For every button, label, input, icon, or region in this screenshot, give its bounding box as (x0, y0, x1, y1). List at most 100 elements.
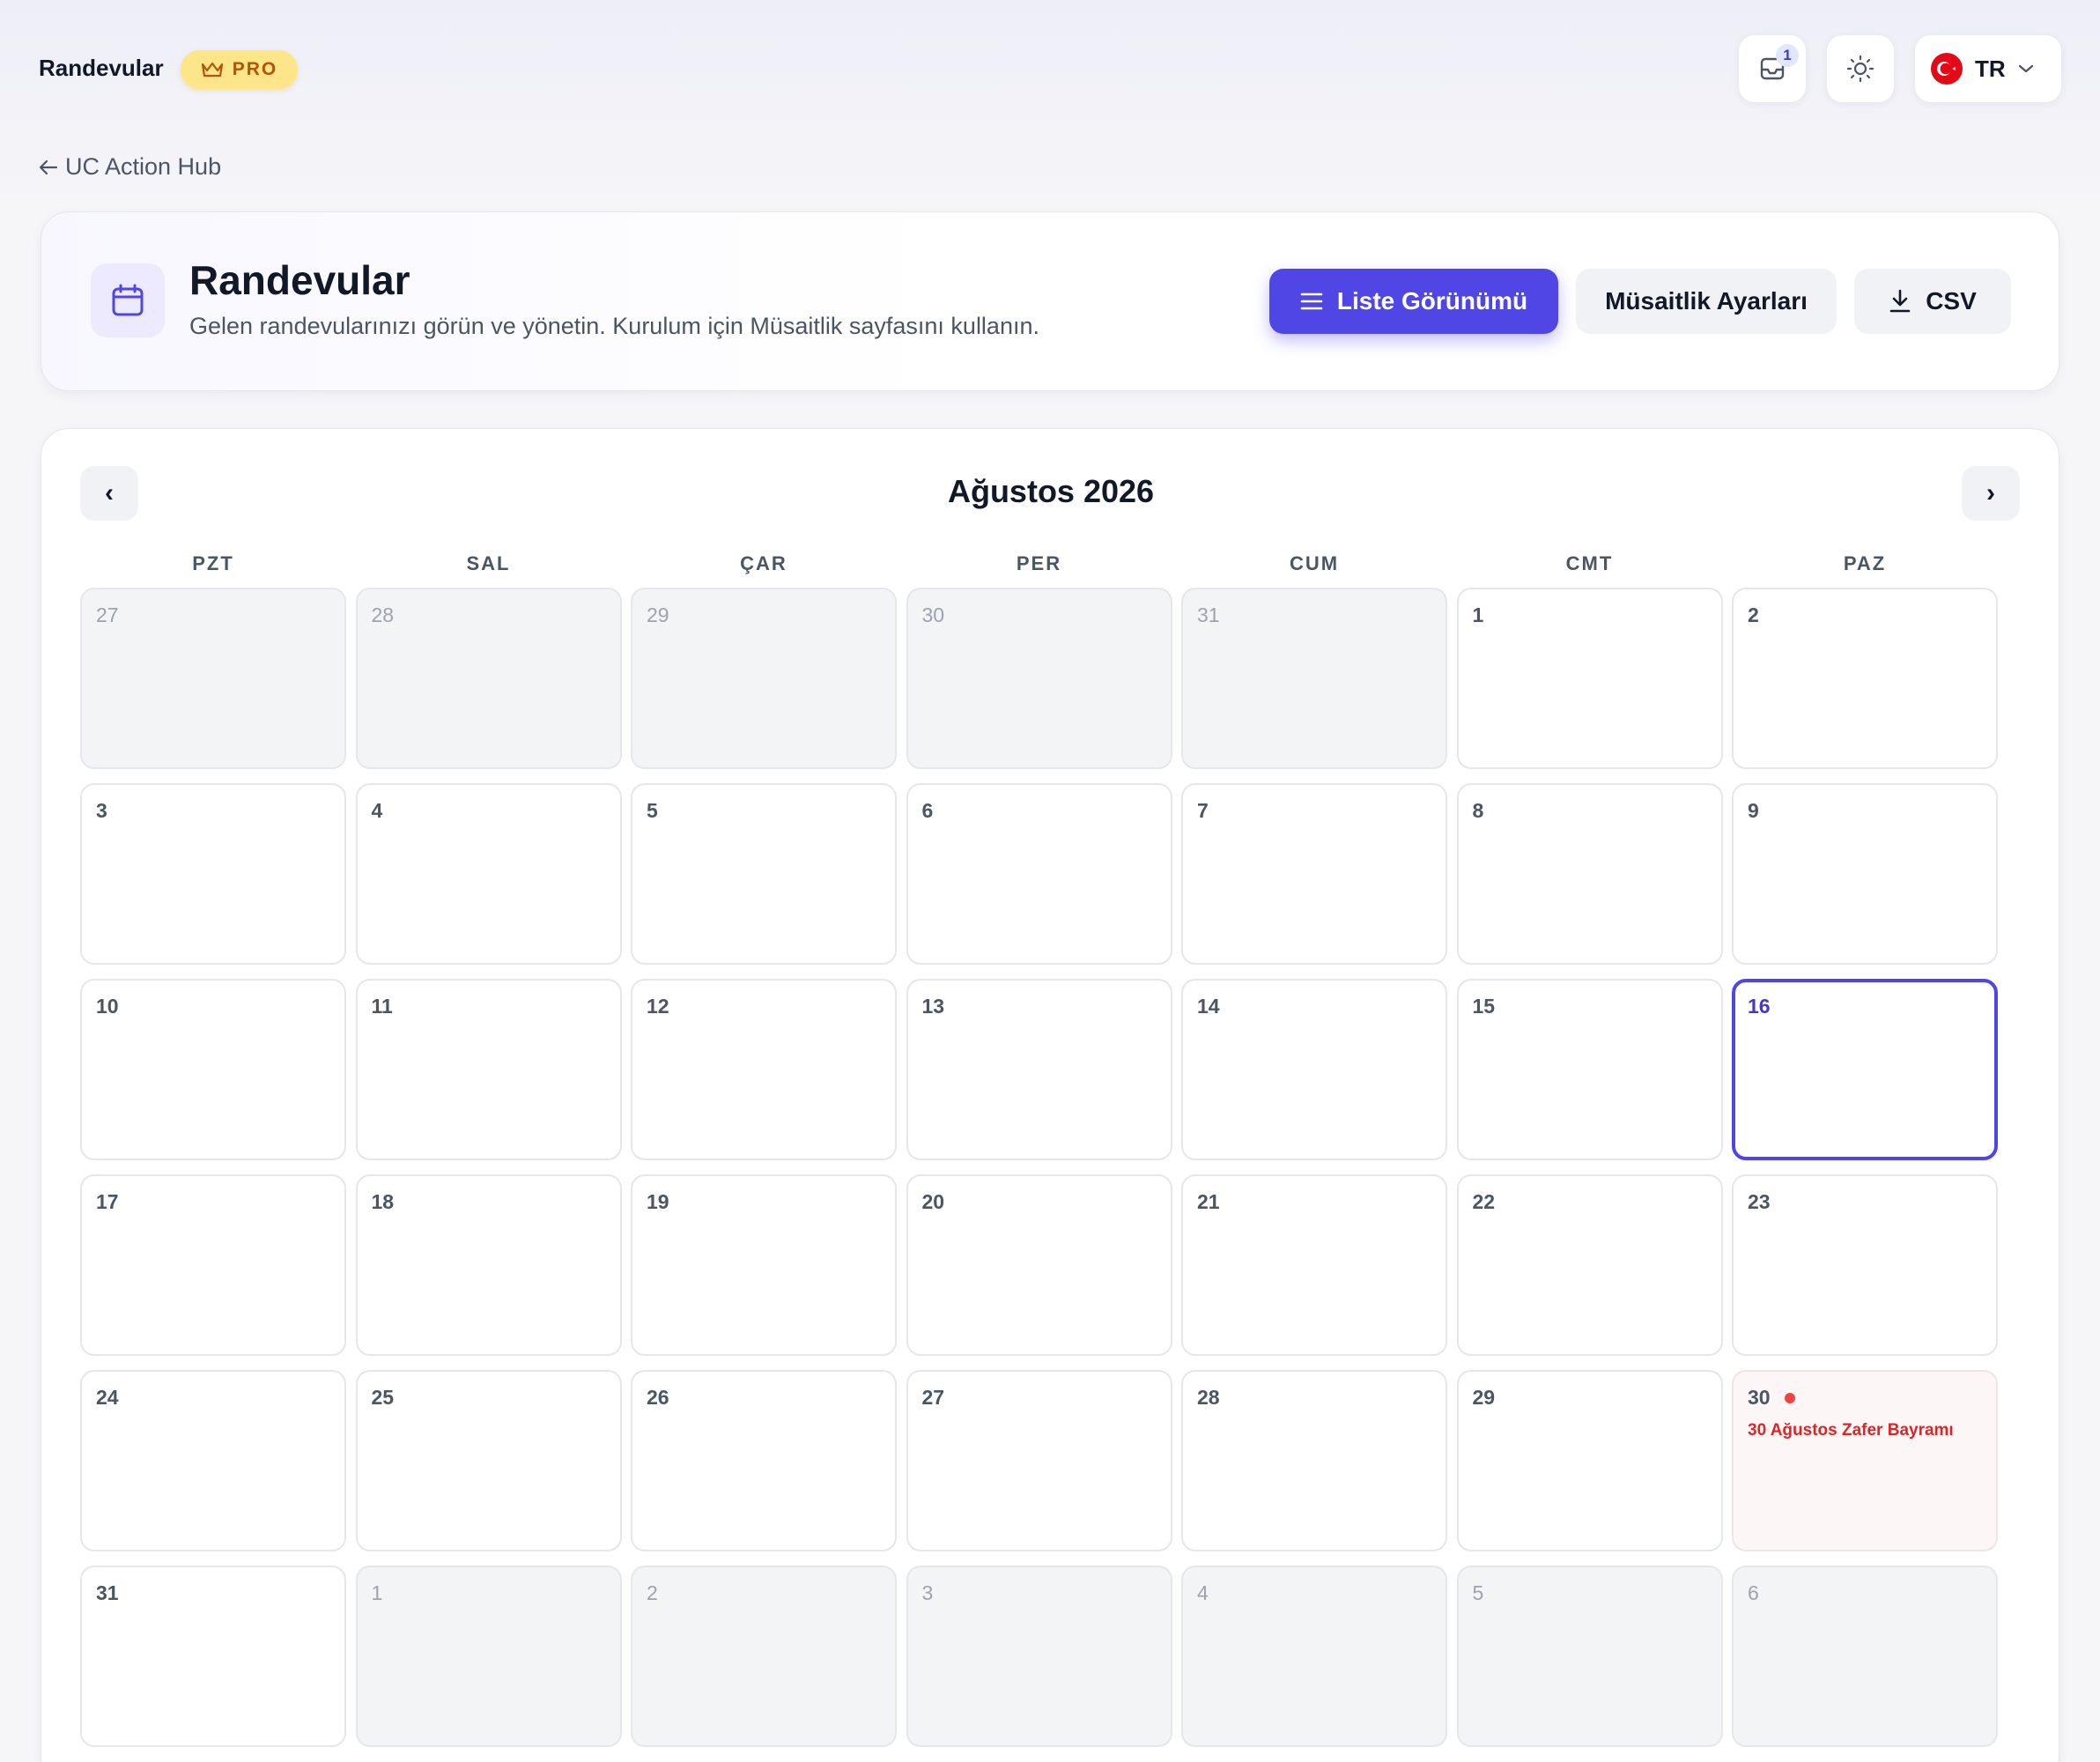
day-cell[interactable]: 31 (80, 1566, 346, 1747)
day-cell[interactable]: 27 (906, 1370, 1172, 1551)
day-cell[interactable]: 30 30 Ağustos Zafer Bayramı (1732, 1370, 1998, 1551)
language-selector[interactable]: TR (1915, 35, 2061, 102)
day-cell[interactable]: 24 (80, 1370, 346, 1551)
list-view-label: Liste Görünümü (1336, 287, 1528, 315)
day-cell[interactable]: 28 (1181, 1370, 1447, 1551)
day-number: 18 (371, 1190, 395, 1213)
day-number: 2 (647, 1581, 658, 1604)
csv-label: CSV (1926, 287, 1977, 315)
day-cell[interactable]: 26 (631, 1370, 897, 1551)
day-number: 3 (921, 1581, 934, 1604)
day-cell[interactable]: 17 (80, 1174, 346, 1356)
list-icon (1300, 292, 1323, 310)
day-cell[interactable]: 8 (1456, 783, 1723, 965)
day-cell-outside-month[interactable]: 29 (631, 588, 897, 769)
next-month-button[interactable]: › (1962, 466, 2020, 521)
day-cell[interactable]: 11 (355, 979, 622, 1160)
day-cell[interactable]: 19 (631, 1174, 897, 1356)
holiday-indicator-dot (1785, 1393, 1795, 1403)
availability-settings-button[interactable]: Müsaitlik Ayarları (1576, 269, 1837, 334)
day-number: 6 (1748, 1581, 1759, 1604)
day-cell-outside-month[interactable]: 4 (1181, 1566, 1447, 1747)
day-cell[interactable]: 4 (355, 783, 622, 965)
day-number: 8 (1472, 799, 1484, 822)
chevron-down-icon (2018, 64, 2033, 73)
day-number: 31 (1197, 603, 1220, 626)
day-cell-outside-month[interactable]: 31 (1181, 588, 1447, 769)
day-number: 10 (96, 995, 119, 1018)
turkey-flag-icon (1931, 53, 1963, 85)
day-number: 13 (921, 995, 945, 1018)
day-number: 11 (371, 995, 393, 1018)
day-cell[interactable]: 25 (355, 1370, 622, 1551)
inbox-button[interactable]: 1 (1739, 35, 1806, 102)
day-cell[interactable]: 23 (1732, 1174, 1998, 1356)
theme-toggle-button[interactable] (1827, 35, 1894, 102)
day-cell-outside-month[interactable]: 27 (80, 588, 346, 769)
page-header-card: Randevular Gelen randevularınızı görün v… (41, 211, 2059, 391)
day-cell-outside-month[interactable]: 6 (1732, 1566, 1998, 1747)
day-cell[interactable]: 20 (906, 1174, 1172, 1356)
weekday-label: PAZ (1843, 552, 1887, 574)
day-number: 20 (921, 1190, 945, 1213)
day-cell[interactable]: 5 (631, 783, 897, 965)
month-title: Ağustos 2026 (947, 473, 1155, 509)
day-cell[interactable]: 22 (1456, 1174, 1723, 1356)
weekday-label: SAL (466, 552, 511, 574)
day-cell[interactable]: 18 (355, 1174, 622, 1356)
day-cell[interactable]: 14 (1181, 979, 1447, 1160)
day-number: 1 (1472, 603, 1484, 626)
sun-icon (1846, 55, 1874, 83)
day-number: 3 (96, 799, 107, 822)
pro-badge-label: PRO (232, 59, 278, 79)
day-cell[interactable]: 10 (80, 979, 346, 1160)
day-cell[interactable]: 6 (906, 783, 1172, 965)
day-number: 9 (1748, 799, 1759, 822)
notification-count-badge: 1 (1776, 44, 1799, 67)
day-number: 15 (1472, 995, 1496, 1018)
day-cell[interactable]: 3 (80, 783, 346, 965)
day-cell[interactable]: 1 (1456, 588, 1723, 769)
day-cell-outside-month[interactable]: 5 (1456, 1566, 1723, 1747)
arrow-left-icon (39, 159, 58, 174)
day-cell-outside-month[interactable]: 2 (631, 1566, 897, 1747)
day-number: 7 (1197, 799, 1209, 822)
weekday-label: CUM (1289, 552, 1340, 574)
back-link[interactable]: UC Action Hub (39, 153, 221, 181)
day-cell[interactable]: 9 (1732, 783, 1998, 965)
day-number: 24 (96, 1386, 119, 1409)
day-cell[interactable]: 2 (1732, 588, 1998, 769)
availability-settings-label: Müsaitlik Ayarları (1605, 287, 1808, 315)
day-cell[interactable]: 29 (1456, 1370, 1723, 1551)
day-cell-outside-month[interactable]: 1 (355, 1566, 622, 1747)
day-number: 23 (1748, 1190, 1771, 1213)
day-cell-outside-month[interactable]: 3 (906, 1566, 1172, 1747)
csv-export-button[interactable]: CSV (1854, 269, 2011, 334)
day-cell-outside-month[interactable]: 28 (355, 588, 622, 769)
download-icon (1889, 289, 1911, 313)
weekday-label: CMT (1565, 552, 1614, 574)
day-cell[interactable]: 21 (1181, 1174, 1447, 1356)
language-code: TR (1975, 55, 2006, 82)
day-cell-outside-month[interactable]: 30 (906, 588, 1172, 769)
day-number: 5 (1472, 1581, 1484, 1604)
day-number: 16 (1748, 995, 1771, 1018)
back-link-label: UC Action Hub (65, 153, 222, 180)
day-cell[interactable]: 13 (906, 979, 1172, 1160)
day-cell[interactable]: 7 (1181, 783, 1447, 965)
day-number: 4 (371, 799, 383, 822)
app-title: Randevular (39, 55, 164, 81)
day-number: 26 (647, 1386, 669, 1409)
day-number: 30 (1748, 1386, 1771, 1409)
day-number: 12 (647, 995, 669, 1018)
pro-badge: PRO (181, 50, 298, 89)
list-view-button[interactable]: Liste Görünümü (1269, 269, 1558, 334)
day-number: 25 (371, 1386, 395, 1409)
day-number: 29 (647, 603, 669, 626)
header-icon-tile (91, 263, 165, 337)
day-number: 1 (371, 1581, 383, 1604)
day-cell[interactable]: 15 (1456, 979, 1723, 1160)
day-cell-today[interactable]: 16 (1732, 979, 1998, 1160)
calendar-icon (112, 284, 144, 316)
day-cell[interactable]: 12 (631, 979, 897, 1160)
